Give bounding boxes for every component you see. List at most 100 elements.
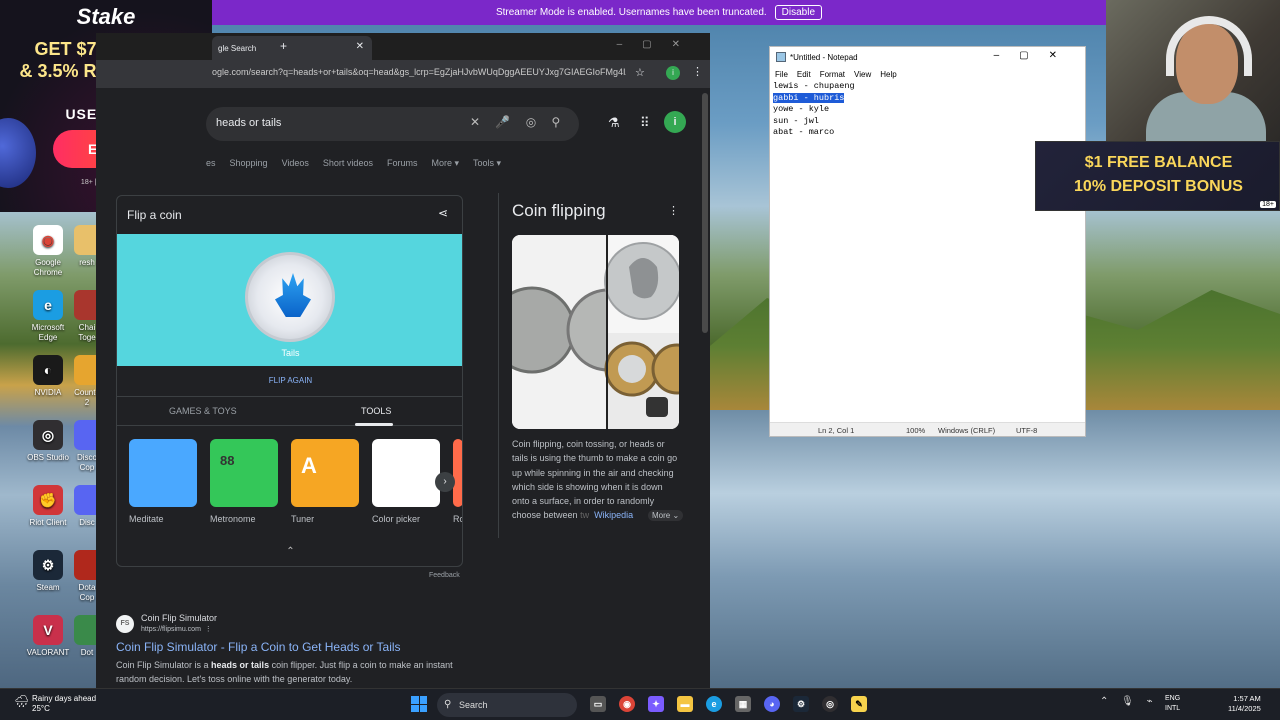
panel-menu-icon[interactable]: ⋮: [668, 204, 679, 217]
share-icon[interactable]: ⋖: [438, 206, 448, 220]
clear-icon[interactable]: ✕: [470, 115, 480, 129]
taskbar: 🌧 Rainy days ahead 25°C ⚲ Search ▭ ◉ ✦ ▬…: [0, 688, 1280, 720]
profile-icon[interactable]: i: [666, 66, 680, 80]
app-icon: V: [33, 615, 63, 645]
nav-tab[interactable]: Short videos: [323, 158, 373, 169]
voice-search-icon[interactable]: 🎤: [495, 115, 510, 129]
language-indicator[interactable]: ENG INTL: [1165, 694, 1180, 714]
desktop-icon-riot-client[interactable]: ✊ Riot Client: [22, 485, 74, 528]
nav-tab[interactable]: Tools ▾: [473, 158, 501, 169]
chrome-taskbar-icon[interactable]: ◉: [619, 696, 635, 712]
search-icon[interactable]: ⚲: [552, 115, 561, 129]
active-tab-indicator: [355, 423, 393, 426]
task-view-icon[interactable]: ▭: [590, 696, 606, 712]
more-button[interactable]: More ⌄: [648, 510, 684, 521]
knowledge-panel-title: Coin flipping: [512, 201, 606, 220]
menu-edit[interactable]: Edit: [797, 70, 811, 79]
system-tray[interactable]: ⌃ 🎙 ⌁: [1100, 696, 1153, 707]
weather-widget[interactable]: 🌧 Rainy days ahead 25°C: [14, 694, 96, 714]
menu-view[interactable]: View: [854, 70, 871, 79]
bookmark-star-icon[interactable]: ☆: [635, 66, 645, 79]
panel-divider: [498, 193, 499, 538]
result-site-name[interactable]: Coin Flip Simulator: [141, 613, 217, 623]
nav-tab[interactable]: es: [206, 158, 216, 169]
copilot-icon[interactable]: ✦: [648, 696, 664, 712]
icon-label: Steam: [36, 583, 60, 592]
windows-start-icon[interactable]: [411, 696, 427, 712]
google-search-box[interactable]: heads or tails ✕ 🎤 ◎ ⚲: [206, 107, 579, 141]
tab-tools[interactable]: TOOLS: [361, 406, 391, 416]
tool-color-picker[interactable]: [372, 439, 440, 507]
result-url[interactable]: https://flipsimu.com ⋮: [141, 625, 212, 633]
notepad-titlebar[interactable]: *Untitled - Notepad ‒▢✕: [770, 47, 1085, 67]
feedback-link[interactable]: Feedback: [429, 572, 460, 579]
nav-tab[interactable]: Shopping: [230, 158, 268, 169]
result-title-link[interactable]: Coin Flip Simulator - Flip a Coin to Get…: [116, 640, 401, 654]
nav-tab[interactable]: More ▾: [431, 158, 459, 169]
icon-label: Microsoft Edge: [31, 323, 65, 342]
obs-taskbar-icon[interactable]: ◎: [822, 696, 838, 712]
search-query[interactable]: heads or tails: [216, 117, 281, 129]
widget-tabs: GAMES & TOYS TOOLS: [117, 396, 462, 426]
labs-icon[interactable]: ⚗: [608, 115, 620, 131]
desktop-icon-obs-studio[interactable]: ◎ OBS Studio: [22, 420, 74, 463]
nav-tab[interactable]: Videos: [282, 158, 309, 169]
url-text[interactable]: ogle.com/search?q=heads+or+tails&oq=head…: [212, 67, 626, 77]
clock-date: 11/4/2025: [1228, 704, 1261, 713]
desktop-icon-valorant[interactable]: V VALORANT: [22, 615, 74, 658]
taskbar-search[interactable]: ⚲ Search: [437, 693, 577, 717]
window-controls[interactable]: ‒▢✕: [617, 39, 700, 50]
chrome-window: gle Search ✕ + ‒▢✕ ogle.com/search?q=hea…: [96, 33, 710, 688]
chrome-menu-icon[interactable]: ⋮: [692, 65, 703, 78]
tab-games-toys[interactable]: GAMES & TOYS: [169, 406, 237, 416]
mic-icon[interactable]: 🎙: [1121, 696, 1134, 707]
search-nav-tabs: es Shopping Videos Short videos Forums More ▾…: [206, 158, 501, 169]
collapse-chevron-icon[interactable]: ⌃: [117, 546, 462, 557]
desktop-icon-google-chrome[interactable]: ◉ Google Chrome: [22, 225, 74, 278]
file-explorer-icon[interactable]: ▬: [677, 696, 693, 712]
wikipedia-link[interactable]: Wikipedia: [594, 510, 633, 520]
nav-tab[interactable]: Forums: [387, 158, 418, 169]
new-tab-icon[interactable]: +: [280, 39, 287, 53]
chevron-up-icon[interactable]: ⌃: [1100, 696, 1108, 707]
line-ending: Windows (CRLF): [938, 426, 996, 435]
tool-ro[interactable]: [453, 439, 462, 507]
description-faded: tw: [580, 510, 590, 521]
clock-time: 1:57 AM: [1233, 694, 1261, 703]
address-bar[interactable]: ogle.com/search?q=heads+or+tails&oq=head…: [96, 60, 710, 88]
menu-format[interactable]: Format: [820, 70, 845, 79]
tool-meditate[interactable]: [129, 439, 197, 507]
menu-file[interactable]: File: [775, 70, 788, 79]
icon-label: VALORANT: [26, 648, 70, 657]
store-icon[interactable]: ▦: [735, 696, 751, 712]
close-tab-icon[interactable]: ✕: [356, 41, 364, 52]
google-apps-icon[interactable]: ⠿: [640, 115, 650, 131]
menu-help[interactable]: Help: [880, 70, 896, 79]
edge-taskbar-icon[interactable]: e: [706, 696, 722, 712]
description-text: Coin flipping, coin tossing, or heads or…: [512, 439, 678, 521]
desktop-icon-nvidia[interactable]: ◐ NVIDIA: [22, 355, 74, 398]
scrollbar[interactable]: [702, 93, 708, 333]
discord-taskbar-icon[interactable]: ◕: [764, 696, 780, 712]
chevron-right-icon[interactable]: ›: [435, 472, 455, 492]
account-avatar[interactable]: i: [664, 111, 686, 133]
coin-image[interactable]: [512, 235, 679, 429]
lens-icon[interactable]: ◎: [526, 115, 536, 129]
desktop-icon-steam[interactable]: ⚙ Steam: [22, 550, 74, 593]
notepad-text-area[interactable]: lewis - chupaeng gabbi - hubris yowe - kyl…: [773, 81, 855, 139]
tab-google-search[interactable]: gle Search ✕: [212, 36, 372, 60]
icon-label: OBS Studio: [27, 453, 69, 462]
weather-temp: 25°C: [32, 704, 50, 713]
disable-streamer-mode-button[interactable]: Disable: [774, 5, 823, 20]
notepad-taskbar-icon[interactable]: ✎: [851, 696, 867, 712]
desktop-icon-microsoft-edge[interactable]: e Microsoft Edge: [22, 290, 74, 343]
lang-layout: INTL: [1165, 705, 1181, 712]
app-icon: ✊: [33, 485, 63, 515]
flip-again-button[interactable]: FLIP AGAIN: [117, 376, 462, 385]
window-controls[interactable]: ‒▢✕: [994, 50, 1077, 61]
taskbar-clock[interactable]: 1:57 AM 11/4/2025: [1228, 694, 1261, 714]
tool-metronome[interactable]: 88: [210, 439, 278, 507]
tool-tuner[interactable]: A: [291, 439, 359, 507]
steam-taskbar-icon[interactable]: ⚙: [793, 696, 809, 712]
network-icon[interactable]: ⌁: [1147, 696, 1153, 707]
